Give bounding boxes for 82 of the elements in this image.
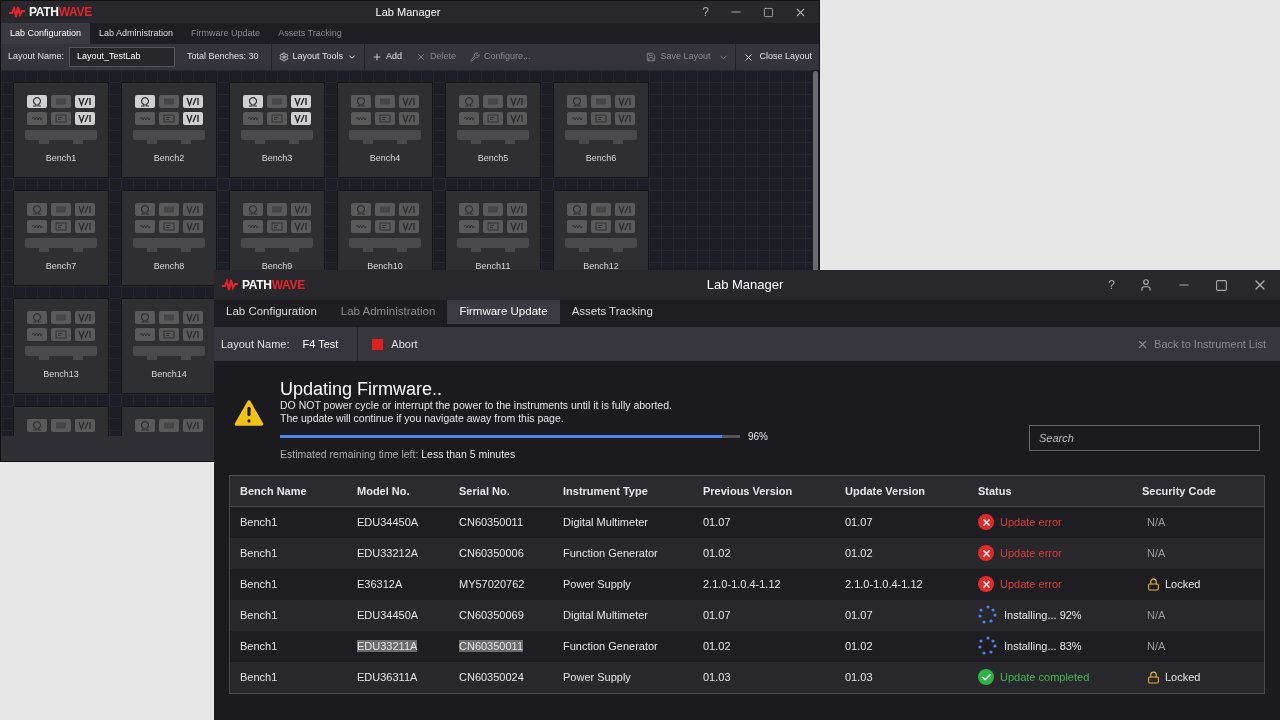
security-code: N/A <box>1147 608 1166 623</box>
bench-label: Bench4 <box>369 152 401 165</box>
bench-label: Bench8 <box>153 260 185 273</box>
status-text: Installing... 92% <box>1004 608 1082 623</box>
security-code: N/A <box>1147 639 1166 654</box>
table-cell-text: 2.1.0-1.0.4-1.12 <box>845 577 924 592</box>
bench-label: Bench13 <box>43 368 79 381</box>
table-cell-text: 01.03 <box>703 670 732 685</box>
table-cell-text: 01.07 <box>845 608 874 623</box>
table-cell-text: Bench1 <box>240 639 279 654</box>
security-code: N/A <box>1147 546 1166 561</box>
layout-name-label: Layout Name: <box>7 50 66 64</box>
layout-name-label: Layout Name: <box>220 336 290 352</box>
table-cell: CN60350011 <box>459 640 523 652</box>
table-cell-text: Bench1 <box>240 577 279 592</box>
update-heading: Updating Firmware.. <box>280 379 444 399</box>
table-cell: EDU33212A <box>357 547 419 559</box>
logo-wordmark: PATHWAVE <box>29 4 92 21</box>
table-cell: EDU36311A <box>357 671 418 683</box>
table-cell-text: Bench1 <box>240 515 279 530</box>
table-cell-text: Digital Multimeter <box>563 608 649 623</box>
column-header: Bench Name <box>240 483 308 499</box>
bench-label: Bench7 <box>45 260 77 273</box>
bench-label: Bench5 <box>477 152 509 165</box>
bench-label: Bench6 <box>585 152 617 165</box>
status-text: Update error <box>1000 577 1062 592</box>
security-code: Locked <box>1165 577 1201 592</box>
table-cell-text: Function Generator <box>563 639 659 654</box>
table-cell: EDU34450A <box>357 516 419 528</box>
table-cell-text: 01.07 <box>703 515 732 530</box>
table-cell-text: 01.07 <box>845 515 874 530</box>
bench-label: Bench10 <box>367 260 403 273</box>
table-cell: EDU34450A <box>357 609 419 621</box>
table-cell-text: Power Supply <box>563 670 632 685</box>
warning-text: DO NOT power cycle or interrupt the power to the instruments until it is fully aborted. <box>280 399 673 412</box>
bench-label: Bench14 <box>151 368 187 381</box>
bench-label: Bench2 <box>153 152 185 165</box>
bench-label: Bench1 <box>45 152 77 165</box>
table-cell-text: Function Generator <box>563 546 659 561</box>
table-cell-text: 01.02 <box>703 546 732 561</box>
progress-percent: 96% <box>748 430 768 444</box>
column-header: Status <box>978 483 1013 499</box>
table-cell-text: 01.07 <box>703 608 732 623</box>
column-header: Serial No. <box>459 483 511 499</box>
table-cell-text: 01.03 <box>845 670 874 685</box>
column-header: Model No. <box>357 483 411 499</box>
layout-name-value: F4 Test <box>301 336 340 352</box>
total-benches-label: Total Benches: 30 <box>186 50 260 64</box>
table-cell-text: 2.1.0-1.0.4-1.12 <box>703 577 782 592</box>
table-cell-text: 01.02 <box>703 639 732 654</box>
note-text: The update will continue if you navigate away from this page. <box>280 412 565 425</box>
table-cell-text: Power Supply <box>563 577 632 592</box>
bench-label: Bench11 <box>475 260 511 273</box>
table-cell-text: Bench1 <box>240 608 279 623</box>
table-cell: MY57020762 <box>459 578 525 590</box>
security-code: N/A <box>1147 515 1166 530</box>
status-text: Update error <box>1000 546 1062 561</box>
column-header: Security Code <box>1142 483 1217 499</box>
table-cell-text: Digital Multimeter <box>563 515 649 530</box>
status-text: Update completed <box>1000 670 1090 685</box>
table-cell: E36312A <box>357 578 403 590</box>
bench-label: Bench12 <box>583 260 619 273</box>
table-cell-text: 01.02 <box>845 639 874 654</box>
table-cell: CN60350011 <box>459 516 523 528</box>
security-code: Locked <box>1165 670 1201 685</box>
table-cell: CN60350006 <box>459 547 524 559</box>
status-text: Update error <box>1000 515 1062 530</box>
table-cell-text: Bench1 <box>240 546 279 561</box>
eta-text: Estimated remaining time left: Less than 5 minutes <box>280 447 517 462</box>
window-title: Lab Manager <box>375 4 441 20</box>
table-cell-text: 01.02 <box>845 546 874 561</box>
column-header: Instrument Type <box>563 483 649 499</box>
column-header: Update Version <box>845 483 927 499</box>
column-header: Previous Version <box>703 483 794 499</box>
table-cell: CN60350024 <box>459 671 524 683</box>
bench-label: Bench3 <box>261 152 293 165</box>
bench-label: Bench9 <box>261 260 293 273</box>
window-title: Lab Manager <box>706 276 784 295</box>
status-text: Installing... 83% <box>1004 639 1082 654</box>
table-cell: EDU33211A <box>357 640 418 652</box>
table-cell-text: Bench1 <box>240 670 279 685</box>
table-cell: CN60350069 <box>459 609 524 621</box>
